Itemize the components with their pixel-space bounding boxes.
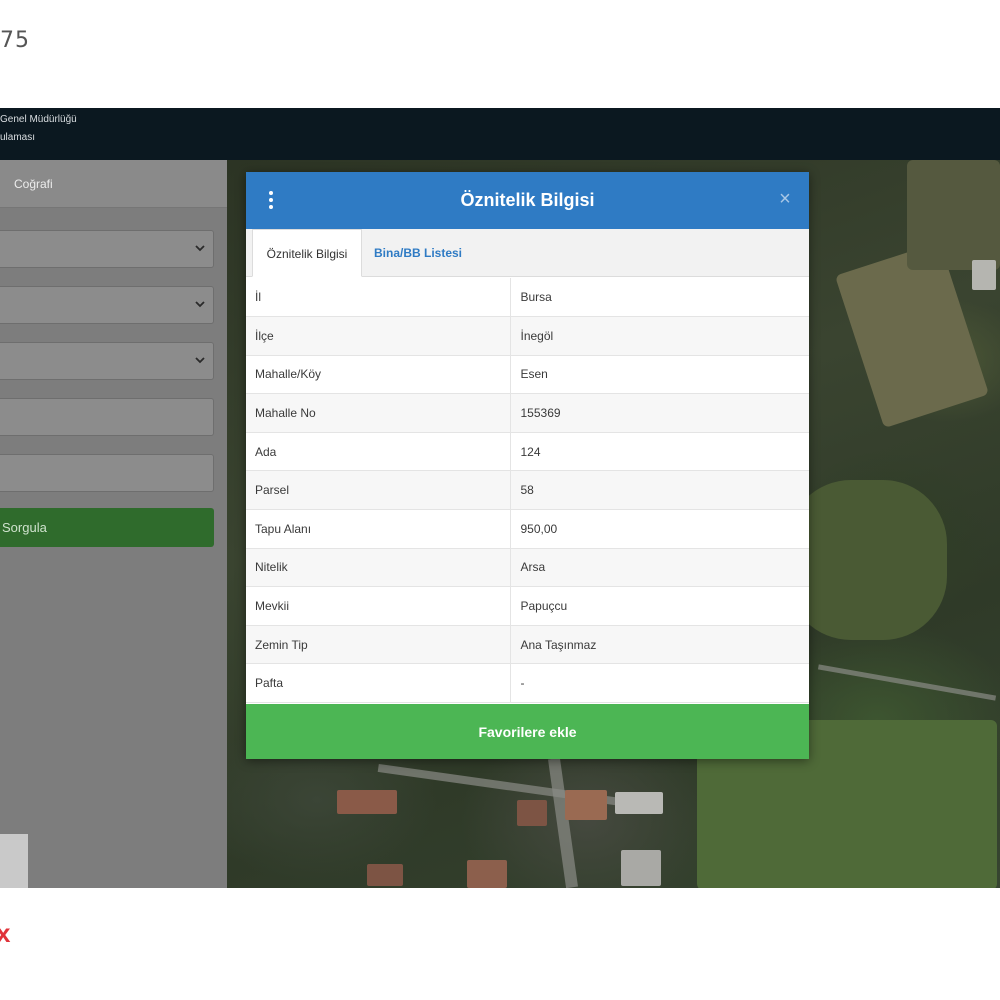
screenshot-page: 75 Genel Müdürlüğü ulaması Coğrafi Sorgu… [0,0,1000,1000]
attribute-value: Bursa [510,278,809,318]
table-row: İlçe İnegöl [246,316,809,356]
attribute-key: Pafta [246,663,511,704]
table-row: Mevkii Papuçcu [246,586,809,626]
sidebar-tabbar: Coğrafi [0,160,227,208]
ilce-select[interactable] [0,286,214,324]
tab-cografi[interactable]: Coğrafi [14,177,53,191]
sidebar-bottom-panel[interactable] [0,834,28,888]
map-road [817,664,997,701]
map-building [972,260,996,290]
attribute-key: Nitelik [246,548,511,588]
map-field [907,160,1000,270]
parsel-input[interactable] [0,454,214,492]
ada-input[interactable] [0,398,214,436]
map-field [787,480,947,640]
sidebar: Coğrafi Sorgula [0,160,227,888]
attribute-value: İnegöl [510,316,809,356]
table-row: Parsel 58 [246,470,809,511]
table-row: Tapu Alanı 950,00 [246,509,809,549]
map-building [467,860,507,888]
close-icon[interactable]: × [775,189,795,209]
map-building [367,864,403,886]
attribute-key: İl [246,278,511,318]
attribute-key: Zemin Tip [246,625,511,665]
table-row: Zemin Tip Ana Taşınmaz [246,625,809,665]
tab-building-list[interactable]: Bina/BB Listesi [374,229,484,277]
map-building [565,790,607,820]
modal-tabs: Öznitelik Bilgisi Bina/BB Listesi [246,229,809,277]
attribute-value: Arsa [510,548,809,588]
map-building [337,790,397,814]
tab-attribute-info[interactable]: Öznitelik Bilgisi [252,229,362,277]
table-row: Nitelik Arsa [246,548,809,588]
attribute-key: Ada [246,432,511,472]
attribute-value: 124 [510,432,809,472]
table-row: İl Bursa [246,278,809,318]
attribute-key: Mevkii [246,586,511,626]
map-building [517,800,547,826]
modal-header: Öznitelik Bilgisi × [246,172,809,229]
app-header: Genel Müdürlüğü ulaması [0,108,1000,160]
chevron-down-icon [195,301,205,308]
attribute-value: 155369 [510,393,809,433]
modal-title: Öznitelik Bilgisi [460,190,595,210]
attribute-table: İl Bursa İlçe İnegöl Mahalle/Köy Esen Mahalle … [246,278,809,704]
attribute-value: Ana Taşınmaz [510,625,809,665]
table-row: Mahalle No 155369 [246,393,809,433]
attribute-key: Mahalle/Köy [246,355,511,395]
table-row: Pafta - [246,663,809,704]
attribute-value: 58 [510,470,809,511]
header-app-name: ulaması [0,132,36,143]
corner-mark: x [0,918,11,948]
map-road [548,757,578,888]
attribute-value: Papuçcu [510,586,809,626]
add-to-favorites-button[interactable]: Favorilere ekle [246,704,809,759]
table-row: Ada 124 [246,432,809,472]
query-button[interactable]: Sorgula [0,508,214,547]
mahalle-select[interactable] [0,342,214,380]
attribute-info-modal: Öznitelik Bilgisi × Öznitelik Bilgisi Bi… [246,172,809,759]
attribute-key: Tapu Alanı [246,509,511,549]
attribute-key: Mahalle No [246,393,511,433]
attribute-key: Parsel [246,470,511,511]
attribute-value: Esen [510,355,809,395]
attribute-key: İlçe [246,316,511,356]
table-row: Mahalle/Köy Esen [246,355,809,395]
chevron-down-icon [195,245,205,252]
header-org-name: Genel Müdürlüğü [0,114,77,125]
chevron-down-icon [195,357,205,364]
map-building [621,850,661,886]
il-select[interactable] [0,230,214,268]
map-building [615,792,663,814]
attribute-value: - [510,663,809,704]
attribute-value: 950,00 [510,509,809,549]
page-number: 75 [0,28,30,53]
